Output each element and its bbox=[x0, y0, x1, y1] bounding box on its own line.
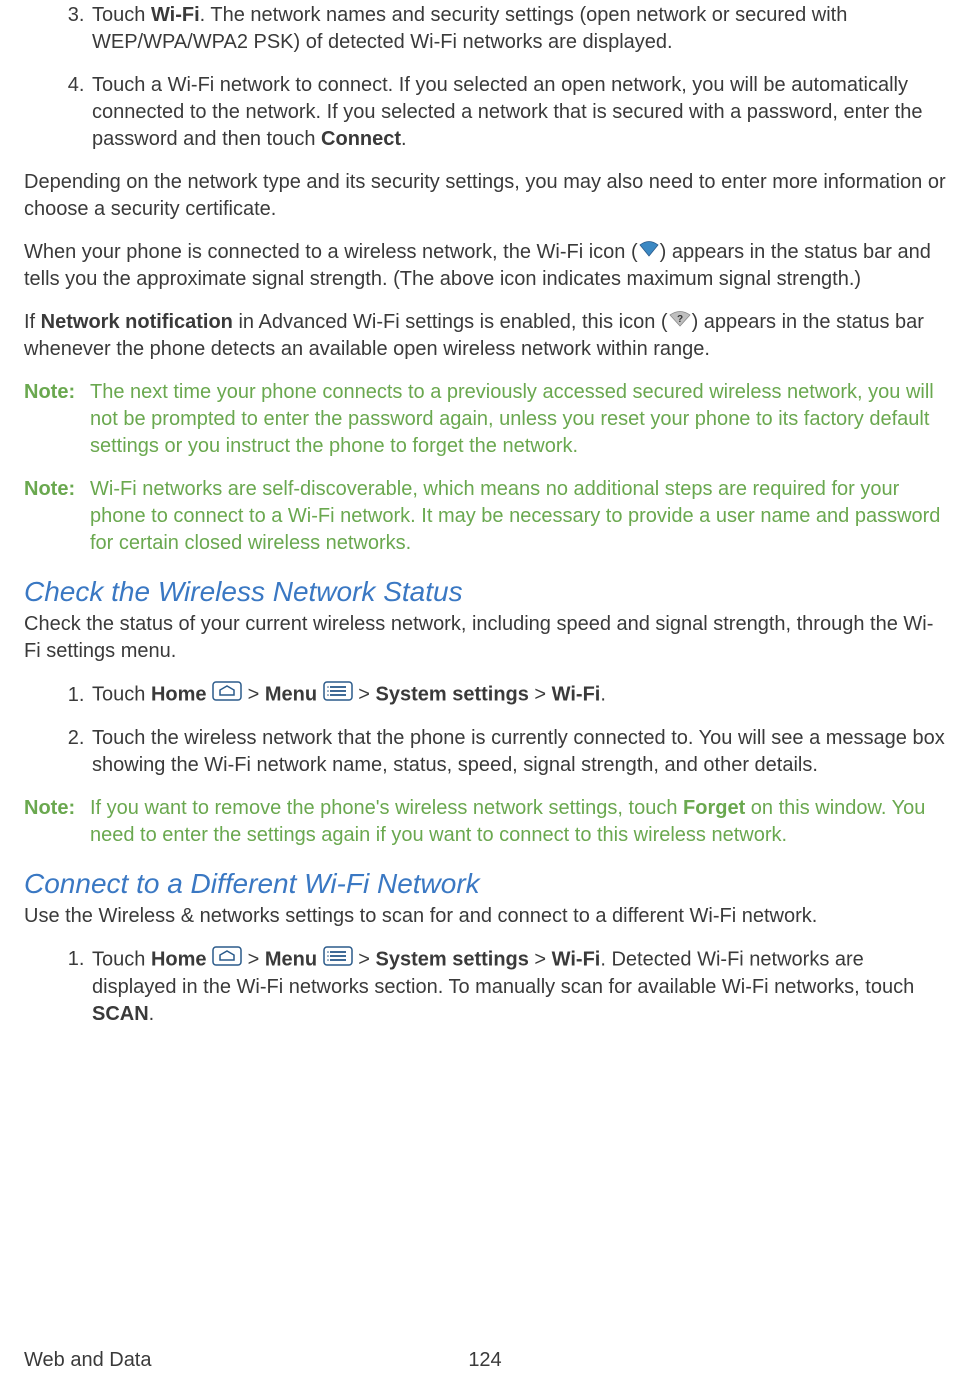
menu-bold: Menu bbox=[265, 948, 317, 970]
text: . bbox=[149, 1003, 155, 1025]
system-settings-bold: System settings bbox=[375, 684, 528, 706]
note-3: Note: If you want to remove the phone's … bbox=[24, 795, 946, 849]
text: When your phone is connected to a wirele… bbox=[24, 241, 638, 263]
note-1: Note: The next time your phone connects … bbox=[24, 379, 946, 460]
footer-section: Web and Data bbox=[24, 1347, 152, 1374]
wifi-signal-icon bbox=[638, 239, 660, 266]
page-footer: Web and Data 124 bbox=[24, 1347, 946, 1374]
step-4: Touch a Wi-Fi network to connect. If you… bbox=[90, 72, 946, 153]
network-notification-bold: Network notification bbox=[41, 311, 233, 333]
home-icon bbox=[212, 681, 242, 709]
check-step-1: Touch Home > Menu > System settings > Wi… bbox=[90, 681, 946, 709]
check-steps-list: Touch Home > Menu > System settings > Wi… bbox=[24, 681, 946, 779]
text: If bbox=[24, 311, 41, 333]
system-settings-bold: System settings bbox=[375, 948, 528, 970]
forget-bold: Forget bbox=[683, 797, 745, 819]
wifi-bold: Wi-Fi bbox=[151, 4, 200, 26]
menu-icon bbox=[323, 681, 353, 709]
connect-bold: Connect bbox=[321, 128, 401, 150]
paragraph-check-intro: Check the status of your current wireles… bbox=[24, 611, 946, 665]
separator: > bbox=[248, 684, 265, 706]
wifi-question-icon: ? bbox=[668, 309, 692, 336]
check-step-2: Touch the wireless network that the phon… bbox=[90, 725, 946, 779]
connect-step-1: Touch Home > Menu > System settings > Wi… bbox=[90, 946, 946, 1028]
separator: > bbox=[358, 684, 375, 706]
page-number: 124 bbox=[468, 1347, 501, 1374]
text: If you want to remove the phone's wirele… bbox=[90, 797, 683, 819]
text: Touch a Wi-Fi network to connect. If you… bbox=[92, 74, 922, 150]
home-bold: Home bbox=[151, 948, 207, 970]
note-label: Note: bbox=[24, 379, 90, 460]
scan-bold: SCAN bbox=[92, 1003, 149, 1025]
text: Touch bbox=[92, 684, 151, 706]
menu-bold: Menu bbox=[265, 684, 317, 706]
menu-icon bbox=[323, 946, 353, 974]
steps-list: Touch Wi-Fi. The network names and secur… bbox=[24, 2, 946, 153]
heading-check-status: Check the Wireless Network Status bbox=[24, 573, 946, 611]
text: in Advanced Wi-Fi settings is enabled, t… bbox=[233, 311, 668, 333]
note-body: The next time your phone connects to a p… bbox=[90, 379, 946, 460]
document-page: Touch Wi-Fi. The network names and secur… bbox=[0, 0, 974, 1392]
text: Touch the wireless network that the phon… bbox=[92, 727, 945, 776]
note-label: Note: bbox=[24, 795, 90, 849]
text: . bbox=[600, 684, 606, 706]
note-body: If you want to remove the phone's wirele… bbox=[90, 795, 946, 849]
wifi-bold: Wi-Fi bbox=[552, 948, 601, 970]
svg-text:?: ? bbox=[677, 314, 683, 325]
paragraph-notification: If Network notification in Advanced Wi-F… bbox=[24, 309, 946, 363]
connect-steps-list: Touch Home > Menu > System settings > Wi… bbox=[24, 946, 946, 1028]
separator: > bbox=[529, 684, 552, 706]
separator: > bbox=[248, 948, 265, 970]
separator: > bbox=[529, 948, 552, 970]
text: . bbox=[401, 128, 407, 150]
text: . The network names and security setting… bbox=[92, 4, 847, 53]
wifi-bold: Wi-Fi bbox=[552, 684, 601, 706]
heading-connect-different: Connect to a Different Wi-Fi Network bbox=[24, 865, 946, 903]
paragraph-depending: Depending on the network type and its se… bbox=[24, 169, 946, 223]
paragraph-connect-intro: Use the Wireless & networks settings to … bbox=[24, 903, 946, 930]
note-body: Wi-Fi networks are self-discoverable, wh… bbox=[90, 476, 946, 557]
text: Touch bbox=[92, 948, 151, 970]
separator: > bbox=[358, 948, 375, 970]
note-label: Note: bbox=[24, 476, 90, 557]
step-3: Touch Wi-Fi. The network names and secur… bbox=[90, 2, 946, 56]
text: Touch bbox=[92, 4, 151, 26]
home-bold: Home bbox=[151, 684, 207, 706]
home-icon bbox=[212, 946, 242, 974]
note-2: Note: Wi-Fi networks are self-discoverab… bbox=[24, 476, 946, 557]
paragraph-connected: When your phone is connected to a wirele… bbox=[24, 239, 946, 293]
